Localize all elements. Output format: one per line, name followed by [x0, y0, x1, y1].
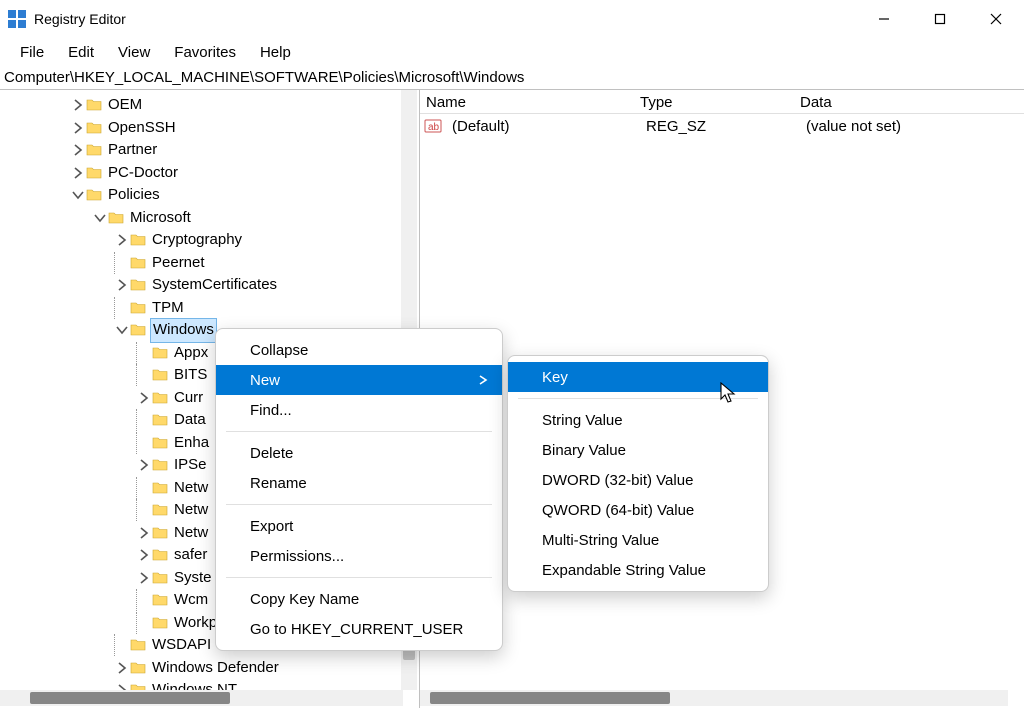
tree-item-partner[interactable]: Partner — [0, 139, 419, 162]
address-bar[interactable]: Computer\HKEY_LOCAL_MACHINE\SOFTWARE\Pol… — [0, 66, 1024, 90]
folder-icon — [152, 457, 168, 473]
folder-icon — [152, 547, 168, 563]
ctx-find[interactable]: Find... — [216, 395, 502, 425]
menu-edit[interactable]: Edit — [56, 42, 106, 63]
chevron-down-icon[interactable] — [70, 188, 86, 202]
col-type[interactable]: Type — [640, 94, 800, 113]
folder-icon — [130, 232, 146, 248]
ctx-rename[interactable]: Rename — [216, 468, 502, 498]
value-horizontal-scrollbar[interactable] — [420, 690, 1008, 706]
menu-view[interactable]: View — [106, 42, 162, 63]
submenu-key[interactable]: Key — [508, 362, 768, 392]
col-name[interactable]: Name — [420, 94, 640, 113]
folder-icon — [152, 412, 168, 428]
ctx-permissions[interactable]: Permissions... — [216, 541, 502, 571]
chevron-down-icon[interactable] — [114, 323, 130, 337]
value-columns[interactable]: Name Type Data — [420, 90, 1024, 114]
selected-tree-label: Windows — [150, 318, 217, 343]
folder-icon — [130, 660, 146, 676]
folder-icon — [152, 367, 168, 383]
folder-icon — [130, 300, 146, 316]
folder-icon — [152, 480, 168, 496]
chevron-down-icon[interactable] — [92, 211, 108, 225]
submenu-expandable[interactable]: Expandable String Value — [508, 555, 768, 585]
folder-icon — [152, 592, 168, 608]
folder-icon — [130, 255, 146, 271]
folder-icon — [108, 210, 124, 226]
tree-item-policies[interactable]: Policies — [0, 184, 419, 207]
folder-icon — [130, 277, 146, 293]
window-controls — [856, 0, 1024, 38]
submenu-new: Key String Value Binary Value DWORD (32-… — [507, 355, 769, 592]
folder-icon — [130, 637, 146, 653]
maximize-button[interactable] — [912, 0, 968, 38]
folder-icon — [86, 97, 102, 113]
window-title: Registry Editor — [34, 11, 126, 27]
ctx-export[interactable]: Export — [216, 511, 502, 541]
ctx-copy-key-name[interactable]: Copy Key Name — [216, 584, 502, 614]
ctx-delete[interactable]: Delete — [216, 438, 502, 468]
tree-item-peernet[interactable]: Peernet — [0, 252, 419, 275]
tree-item-openssh[interactable]: OpenSSH — [0, 117, 419, 140]
col-data[interactable]: Data — [800, 94, 1024, 113]
ctx-collapse[interactable]: Collapse — [216, 335, 502, 365]
menu-file[interactable]: File — [8, 42, 56, 63]
separator — [226, 504, 492, 505]
folder-icon — [86, 165, 102, 181]
submenu-binary[interactable]: Binary Value — [508, 435, 768, 465]
folder-icon — [86, 120, 102, 136]
folder-icon — [130, 322, 146, 338]
submenu-dword[interactable]: DWORD (32-bit) Value — [508, 465, 768, 495]
ctx-goto-hkcu[interactable]: Go to HKEY_CURRENT_USER — [216, 614, 502, 644]
tree-item-systemcerts[interactable]: SystemCertificates — [0, 274, 419, 297]
value-row-default[interactable]: ab (Default) REG_SZ (value not set) — [420, 114, 1024, 138]
address-path: Computer\HKEY_LOCAL_MACHINE\SOFTWARE\Pol… — [4, 69, 524, 86]
context-menu: Collapse New Find... Delete Rename Expor… — [215, 328, 503, 651]
tree-item-microsoft[interactable]: Microsoft — [0, 207, 419, 230]
tree-item-pcdoctor[interactable]: PC-Doctor — [0, 162, 419, 185]
svg-text:ab: ab — [428, 122, 440, 133]
folder-icon — [86, 187, 102, 203]
tree-item-oem[interactable]: OEM — [0, 94, 419, 117]
tree-item-windefender[interactable]: Windows Defender — [0, 657, 419, 680]
submenu-multistring[interactable]: Multi-String Value — [508, 525, 768, 555]
folder-icon — [152, 570, 168, 586]
tree-item-cryptography[interactable]: Cryptography — [0, 229, 419, 252]
tree-item-tpm[interactable]: TPM — [0, 297, 419, 320]
string-value-icon: ab — [424, 117, 442, 135]
app-icon — [8, 10, 26, 28]
folder-icon — [152, 435, 168, 451]
separator — [226, 431, 492, 432]
folder-icon — [152, 502, 168, 518]
minimize-button[interactable] — [856, 0, 912, 38]
chevron-right-icon — [478, 372, 488, 389]
tree-horizontal-scrollbar[interactable] — [0, 690, 403, 706]
folder-icon — [152, 525, 168, 541]
folder-icon — [152, 615, 168, 631]
ctx-new[interactable]: New — [216, 365, 502, 395]
submenu-qword[interactable]: QWORD (64-bit) Value — [508, 495, 768, 525]
folder-icon — [86, 142, 102, 158]
submenu-string[interactable]: String Value — [508, 405, 768, 435]
folder-icon — [152, 390, 168, 406]
separator — [518, 398, 758, 399]
close-button[interactable] — [968, 0, 1024, 38]
folder-icon — [152, 345, 168, 361]
menu-help[interactable]: Help — [248, 42, 303, 63]
separator — [226, 577, 492, 578]
menu-favorites[interactable]: Favorites — [162, 42, 248, 63]
menubar: File Edit View Favorites Help — [0, 38, 1024, 66]
titlebar: Registry Editor — [0, 0, 1024, 38]
